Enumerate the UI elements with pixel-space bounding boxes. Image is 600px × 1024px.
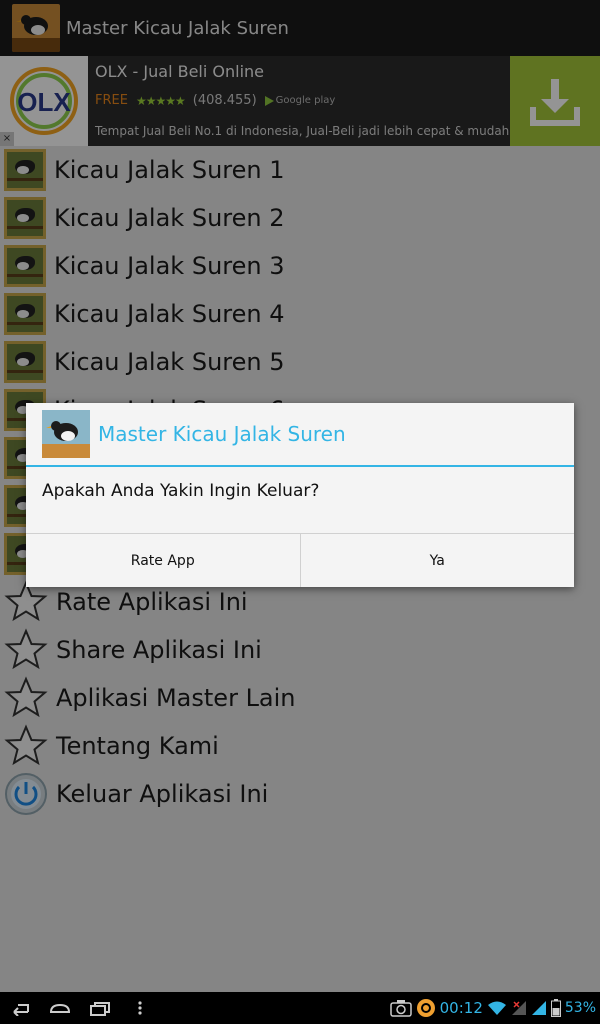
signal-icon: [531, 1001, 546, 1015]
camera-icon: [389, 1000, 412, 1017]
wifi-icon: [487, 1001, 506, 1015]
recents-button[interactable]: [80, 992, 120, 1024]
dialog-message: Apakah Anda Yakin Ingin Keluar?: [42, 481, 320, 501]
status-clock: 00:12: [439, 999, 483, 1017]
back-icon: [13, 1004, 29, 1016]
system-nav-bar: 00:12 53%: [0, 992, 600, 1024]
home-icon: [49, 1003, 71, 1013]
overflow-menu-button[interactable]: [120, 992, 160, 1024]
dialog-header: Master Kicau Jalak Suren: [26, 403, 574, 467]
status-icons: 00:12 53%: [389, 992, 596, 1024]
yes-button[interactable]: Ya: [299, 534, 574, 587]
more-vert-icon: [138, 1001, 142, 1015]
recents-icon: [90, 1002, 110, 1016]
home-button[interactable]: [40, 992, 80, 1024]
battery-percentage: 53%: [564, 1000, 596, 1016]
back-button[interactable]: [0, 992, 40, 1024]
rate-app-button[interactable]: Rate App: [26, 534, 300, 587]
signal-off-icon: [511, 1001, 526, 1015]
notification-app-icon: [416, 999, 435, 1017]
exit-dialog: Master Kicau Jalak Suren Apakah Anda Yak…: [26, 403, 574, 587]
battery-icon: [550, 999, 561, 1017]
dialog-button-bar: Rate App Ya: [26, 533, 574, 587]
dialog-title: Master Kicau Jalak Suren: [98, 422, 346, 446]
dialog-app-icon: [42, 410, 90, 458]
